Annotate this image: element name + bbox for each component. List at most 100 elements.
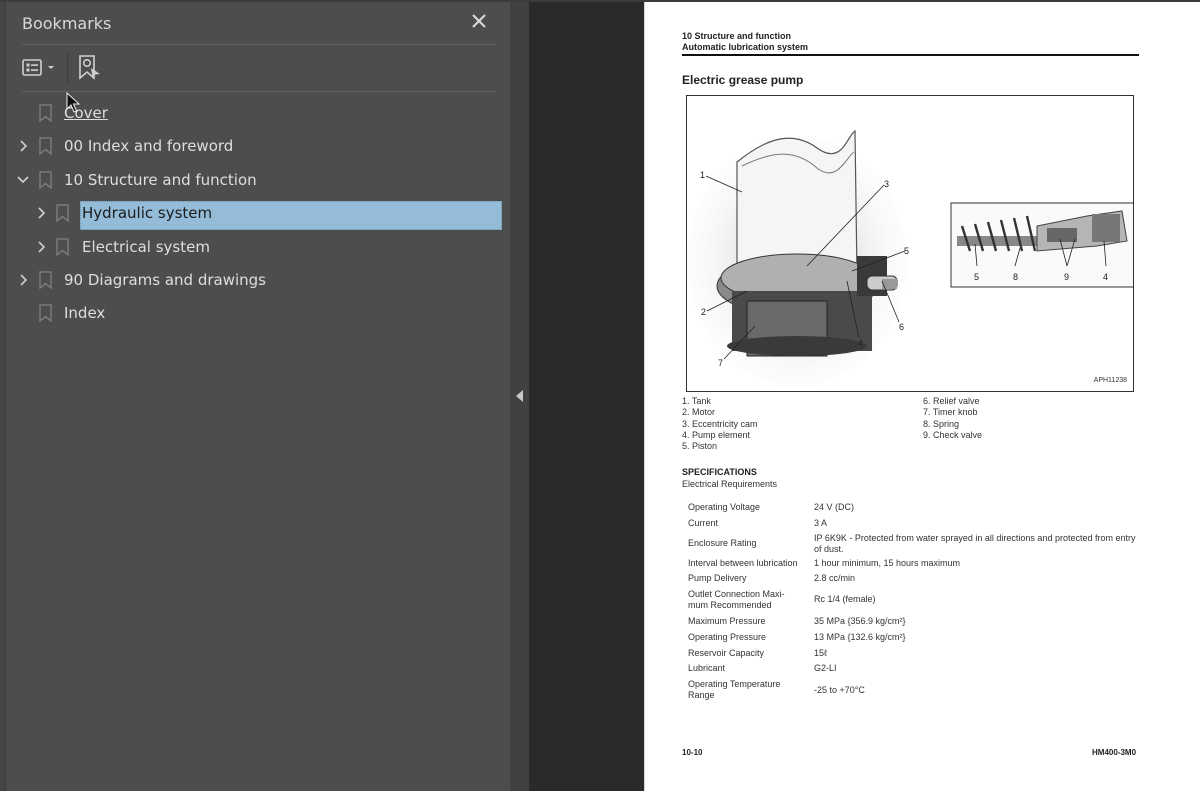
bookmark-icon — [39, 104, 52, 122]
spec-value: 24 V (DC) — [814, 501, 855, 512]
close-icon[interactable] — [468, 10, 490, 32]
bookmark-icon — [39, 171, 52, 189]
spec-value: 13 MPa {132.6 kg/cm²} — [814, 631, 906, 642]
find-current-bookmark-icon[interactable] — [77, 54, 103, 87]
page-header-section: 10 Structure and function — [682, 31, 792, 41]
spec-row: Reservoir Capacity 15ℓ — [688, 645, 1138, 661]
spec-value: 1 hour minimum, 15 hours maximum — [814, 558, 961, 568]
grease-pump-illustration: 1 2 3 4 5 6 7 5 8 9 4 — [687, 129, 1138, 386]
pdf-page: 10 Structure and function Automatic lubr… — [644, 2, 1200, 791]
panel-splitter[interactable] — [510, 2, 529, 791]
legend-item: 3. Eccentricity cam — [682, 418, 758, 429]
spec-value: 2.8 cc/min — [814, 573, 856, 583]
bookmark-item-diagrams-drawings[interactable]: 90 Diagrams and drawings — [0, 265, 500, 295]
bookmark-label: Index — [64, 304, 106, 322]
spec-row: Outlet Connection Maxi-mum Recommended Rc… — [688, 586, 1138, 613]
spec-row: Interval between lubrication 1 hour minim… — [688, 556, 1138, 571]
specs-subheading: Electrical Requirements — [682, 479, 778, 489]
separator — [22, 44, 496, 45]
legend-item: 1. Tank — [682, 396, 711, 406]
chevron-right-icon[interactable] — [35, 240, 47, 254]
bookmark-label: Electrical system — [82, 238, 210, 256]
spec-row: Current 3 A — [688, 515, 1138, 531]
detail-callout-9: 9 — [1064, 272, 1069, 282]
legend-item: 4. Pump element — [682, 429, 751, 440]
spec-value: 15ℓ — [814, 647, 827, 658]
figure: 1 2 3 4 5 6 7 5 8 9 4 APH11238 — [686, 95, 1138, 392]
page-number: 10-10 — [682, 748, 703, 757]
spec-value: Rc 1/4 (female) — [814, 594, 876, 604]
mouse-cursor-icon — [66, 92, 80, 113]
bookmark-item-electrical-system[interactable]: Electrical system — [0, 232, 500, 262]
spec-value: IP 6K9K - Protected from water sprayed i… — [814, 532, 1136, 554]
legend-left: 1. Tank 2. Motor 3. Eccentricity cam 4. … — [682, 396, 758, 452]
header-rule — [682, 54, 1139, 56]
bookmark-icon — [39, 137, 52, 155]
chevron-down-icon[interactable] — [16, 173, 30, 187]
callout-5: 5 — [904, 246, 909, 256]
spec-value: 3 A — [814, 517, 828, 528]
spec-key: Maximum Pressure — [688, 615, 766, 626]
legend-item: 5. Piston — [682, 441, 718, 452]
bookmark-label: 00 Index and foreword — [64, 137, 234, 155]
spec-key: Operating Voltage — [688, 501, 761, 512]
detail-callout-8: 8 — [1013, 272, 1018, 282]
spec-row: Enclosure Rating IP 6K9K - Protected from… — [688, 531, 1138, 556]
specs-table: Operating Voltage 24 V (DC) Current 3 A En… — [688, 499, 1138, 704]
spec-row: Operating Temperature Range -25 to +70°C — [688, 676, 1138, 704]
spec-row: Maximum Pressure 35 MPa {356.9 kg/cm²} — [688, 613, 1138, 629]
legend-right: 6. Relief valve 7. Timer knob 8. Spring … — [923, 396, 982, 441]
legend-item: 8. Spring — [923, 418, 960, 429]
page-title: Electric grease pump — [682, 73, 804, 87]
detail-callout-4: 4 — [1103, 272, 1108, 282]
spec-key: Reservoir Capacity — [688, 647, 765, 658]
specs-heading: SPECIFICATIONS — [682, 467, 757, 477]
bookmark-label: Hydraulic system — [82, 204, 213, 222]
bookmark-label: 10 Structure and function — [64, 171, 257, 189]
callout-6: 6 — [899, 322, 904, 332]
figure-code: APH11238 — [1093, 377, 1127, 384]
bookmark-icon — [56, 204, 69, 222]
bookmark-item-structure-function[interactable]: 10 Structure and function — [0, 165, 500, 195]
spec-key: Lubricant — [688, 663, 726, 673]
spec-key: Operating Temperature Range — [688, 679, 781, 700]
model-code: HM400-3M0 — [1092, 748, 1137, 757]
legend-item: 2. Motor — [682, 407, 716, 418]
callout-7: 7 — [718, 358, 723, 368]
spec-row: Pump Delivery 2.8 cc/min — [688, 571, 1138, 586]
toolbar-divider — [67, 53, 68, 83]
spec-value: G2-LI — [814, 663, 837, 673]
page-header-subsection: Automatic lubrication system — [682, 42, 809, 52]
legend-item: 7. Timer knob — [923, 407, 978, 418]
legend-item: 9. Check valve — [923, 429, 983, 440]
spec-key: Enclosure Rating — [688, 538, 757, 548]
spec-value: 35 MPa {356.9 kg/cm²} — [814, 615, 906, 626]
bookmark-icon — [39, 271, 52, 289]
callout-4: 4 — [858, 338, 863, 348]
separator — [22, 91, 496, 92]
callout-2: 2 — [701, 307, 706, 317]
callout-1: 1 — [700, 170, 705, 180]
bookmark-label: 90 Diagrams and drawings — [64, 271, 266, 289]
detail-callout-5: 5 — [974, 272, 979, 282]
legend-item: 6. Relief valve — [923, 396, 980, 406]
chevron-right-icon[interactable] — [17, 273, 29, 287]
chevron-right-icon[interactable] — [17, 139, 29, 153]
bookmark-icon — [39, 304, 52, 322]
bookmark-item-index-foreword[interactable]: 00 Index and foreword — [0, 131, 500, 161]
spec-key: Current — [688, 517, 719, 528]
panel-title: Bookmarks — [22, 14, 112, 33]
chevron-right-icon[interactable] — [35, 206, 47, 220]
spec-key: Pump Delivery — [688, 573, 747, 583]
spec-row: Lubricant G2-LI — [688, 661, 1138, 676]
bookmark-item-index[interactable]: Index — [0, 298, 500, 328]
spec-row: Operating Pressure 13 MPa {132.6 kg/cm²} — [688, 629, 1138, 645]
spec-key: Outlet Connection Maxi-mum Recommended — [688, 588, 785, 610]
bookmark-icon — [56, 238, 69, 256]
bookmark-item-hydraulic-system[interactable]: Hydraulic system — [0, 198, 502, 228]
triangle-left-icon[interactable] — [516, 390, 523, 402]
callout-3: 3 — [884, 179, 889, 189]
spec-row: Operating Voltage 24 V (DC) — [688, 499, 1138, 515]
list-options-icon[interactable] — [22, 58, 60, 83]
spec-value: -25 to +70°C — [814, 684, 865, 695]
